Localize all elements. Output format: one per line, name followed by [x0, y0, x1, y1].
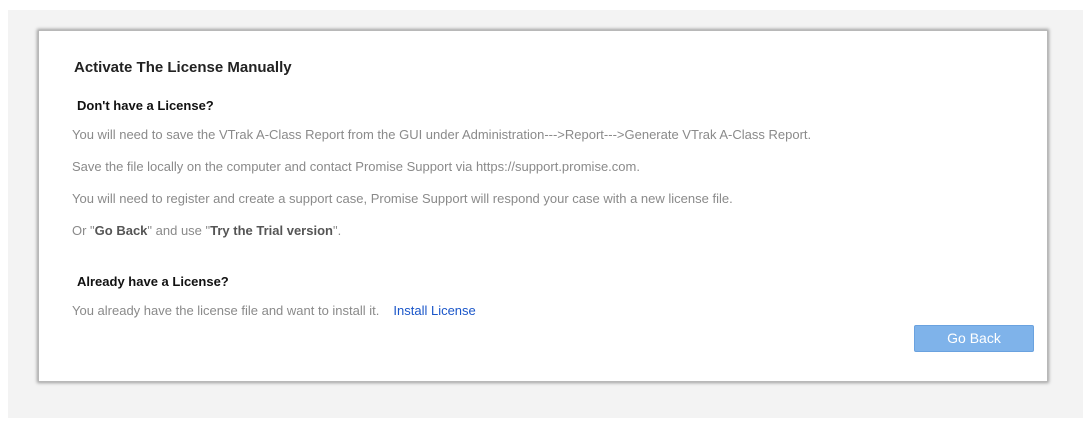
has-license-heading: Already have a License? — [77, 274, 229, 289]
line4-suffix: ". — [332, 223, 342, 238]
instruction-line-3: You will need to register and create a s… — [72, 191, 733, 206]
activate-license-panel: Activate The License Manually Don't have… — [38, 30, 1048, 382]
line4-middle: " and use " — [147, 223, 211, 238]
go-back-emphasis: Go Back — [94, 223, 148, 238]
instruction-line-2: Save the file locally on the computer an… — [72, 159, 640, 174]
line4-prefix: Or " — [72, 223, 95, 238]
install-instruction-line: You already have the license file and wa… — [72, 303, 476, 318]
panel-title: Activate The License Manually — [74, 59, 292, 76]
instruction-line-1: You will need to save the VTrak A-Class … — [72, 127, 812, 142]
go-back-button[interactable]: Go Back — [914, 325, 1034, 352]
no-license-heading: Don't have a License? — [77, 98, 214, 113]
install-license-link[interactable]: Install License — [393, 303, 475, 318]
instruction-line-4: Or "Go Back" and use "Try the Trial vers… — [72, 223, 341, 238]
install-instruction-text: You already have the license file and wa… — [72, 303, 380, 318]
trial-version-emphasis: Try the Trial version — [210, 223, 333, 238]
